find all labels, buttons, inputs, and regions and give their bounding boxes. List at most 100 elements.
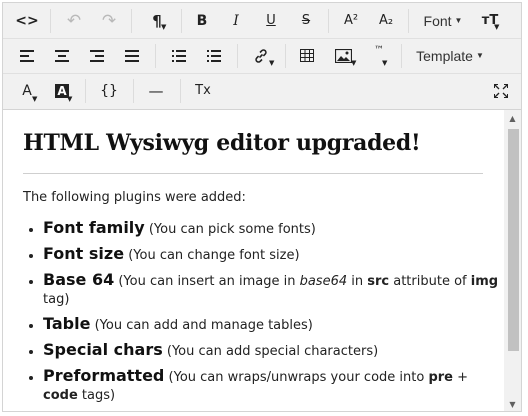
plugin-name: Font family [43, 218, 145, 237]
text-color-button[interactable]: A ▼ [11, 73, 43, 108]
chevron-down-icon: ▼ [269, 59, 275, 67]
plugin-name: Table [43, 314, 91, 333]
plugin-description-part: + [452, 370, 469, 385]
template-dropdown-label: Template [416, 47, 473, 64]
chevron-down-icon: ▼ [494, 23, 500, 31]
plugin-description-part: tag) [43, 292, 70, 307]
plugin-description: (You can add and manage tables) [94, 318, 313, 333]
chevron-down-icon: ▼ [475, 51, 484, 60]
scroll-up-arrow-icon[interactable]: ▲ [504, 110, 521, 127]
toolbar: <> ↶ ↷ ¶ ▼ B I U S A² A₂ Font ▼ тT ▼ ▼ ▼… [3, 3, 521, 110]
ordered-list-button[interactable] [198, 38, 230, 73]
toolbar-separator [237, 44, 238, 68]
list-item: Font size (You can change font size) [43, 245, 505, 265]
insert-table-button[interactable] [291, 38, 323, 73]
trademark-icon: ™ [374, 45, 384, 56]
bold-button[interactable]: B [187, 3, 217, 38]
subscript-icon: A₂ [378, 13, 394, 28]
paragraph-format-button[interactable]: ¶ ▼ [141, 3, 173, 38]
plugin-description-bold: pre [428, 370, 453, 385]
fullscreen-icon [494, 83, 508, 98]
toolbar-separator [285, 44, 286, 68]
align-justify-icon [125, 49, 139, 62]
chevron-down-icon: ▼ [67, 95, 73, 103]
plugin-name: Font size [43, 244, 125, 263]
chevron-down-icon: ▼ [351, 59, 357, 67]
subscript-button[interactable]: A₂ [371, 3, 401, 38]
plugin-description-bold: code [43, 388, 78, 403]
toolbar-row-1: <> ↶ ↷ ¶ ▼ B I U S A² A₂ Font ▼ тT ▼ [3, 3, 521, 38]
list-item: Special chars (You can add special chara… [43, 341, 505, 361]
list-item: Table (You can add and manage tables) [43, 315, 505, 335]
image-icon [334, 48, 352, 63]
toolbar-separator [181, 9, 182, 33]
toolbar-separator [401, 44, 402, 68]
numbered-list-icon [207, 49, 221, 62]
chevron-down-icon: ▼ [161, 23, 167, 31]
code-braces-icon: {} [100, 82, 118, 99]
align-justify-button[interactable] [116, 38, 148, 73]
text-color-icon: A [22, 82, 32, 99]
source-code-button[interactable]: <> [11, 3, 43, 38]
insert-image-button[interactable]: ▼ [326, 38, 360, 73]
font-dropdown-label: Font [423, 12, 452, 29]
scroll-down-arrow-icon[interactable]: ▼ [504, 396, 521, 411]
toolbar-separator [131, 9, 132, 33]
plugin-description-bold: img [470, 274, 499, 289]
align-center-button[interactable] [46, 38, 78, 73]
chevron-down-icon: ▼ [382, 59, 388, 67]
editor-content-area[interactable]: HTML Wysiwyg editor upgraded! The follow… [3, 110, 505, 411]
wysiwyg-editor: <> ↶ ↷ ¶ ▼ B I U S A² A₂ Font ▼ тT ▼ ▼ ▼… [2, 2, 522, 412]
plugin-description: (You can add special characters) [166, 344, 379, 359]
plugin-description-part: (You can wraps/unwraps your code into [168, 370, 429, 385]
toolbar-separator [85, 79, 86, 103]
plugin-name: Special chars [43, 340, 163, 359]
plugin-name: Base 64 [43, 270, 115, 289]
toolbar-separator [50, 9, 51, 33]
template-dropdown[interactable]: Template ▼ [411, 38, 489, 73]
undo-icon: ↶ [66, 10, 82, 31]
vertical-scrollbar[interactable]: ▲ ▼ [504, 110, 521, 411]
redo-icon: ↷ [101, 10, 117, 31]
superscript-button[interactable]: A² [336, 3, 366, 38]
insert-link-button[interactable]: ▼ [244, 38, 278, 73]
intro-paragraph: The following plugins were added: [23, 190, 246, 205]
toolbar-separator [328, 9, 329, 33]
italic-icon: I [233, 12, 239, 29]
code-view-icon: <> [15, 12, 39, 29]
align-left-button[interactable] [11, 38, 43, 73]
underline-icon: U [266, 13, 276, 28]
toolbar-separator [133, 79, 134, 103]
align-right-button[interactable] [81, 38, 113, 73]
clear-format-icon: Tx [195, 83, 211, 98]
horizontal-rule-button[interactable]: — [139, 73, 173, 108]
undo-button[interactable]: ↶ [58, 3, 90, 38]
italic-button[interactable]: I [221, 3, 251, 38]
fullscreen-button[interactable] [484, 73, 518, 108]
preformatted-code-button[interactable]: {} [92, 73, 126, 108]
align-center-icon [55, 49, 69, 62]
font-size-button[interactable]: тT ▼ [475, 3, 505, 38]
redo-button[interactable]: ↷ [93, 3, 125, 38]
clear-formatting-button[interactable]: Tx [186, 73, 220, 108]
toolbar-separator [408, 9, 409, 33]
plugin-description-emphasis: base64 [299, 274, 348, 289]
toolbar-separator [155, 44, 156, 68]
plugin-list: Font family (You can pick some fonts) Fo… [23, 219, 505, 405]
bullet-list-icon [172, 49, 186, 62]
align-left-icon [20, 49, 34, 62]
plugin-name: Preformatted [43, 366, 165, 385]
scrollbar-thumb[interactable] [508, 129, 519, 351]
background-color-button[interactable]: A ▼ [46, 73, 78, 108]
horizontal-rule-icon: — [148, 81, 164, 100]
font-family-dropdown[interactable]: Font ▼ [417, 3, 469, 38]
special-characters-button[interactable]: ™ ▼ [363, 38, 395, 73]
link-icon [255, 48, 267, 63]
strikethrough-button[interactable]: S [291, 3, 321, 38]
table-icon [300, 49, 314, 62]
plugin-description-part: in [347, 274, 368, 289]
unordered-list-button[interactable] [163, 38, 195, 73]
underline-button[interactable]: U [256, 3, 286, 38]
align-right-icon [90, 49, 104, 62]
superscript-icon: A² [343, 13, 359, 28]
